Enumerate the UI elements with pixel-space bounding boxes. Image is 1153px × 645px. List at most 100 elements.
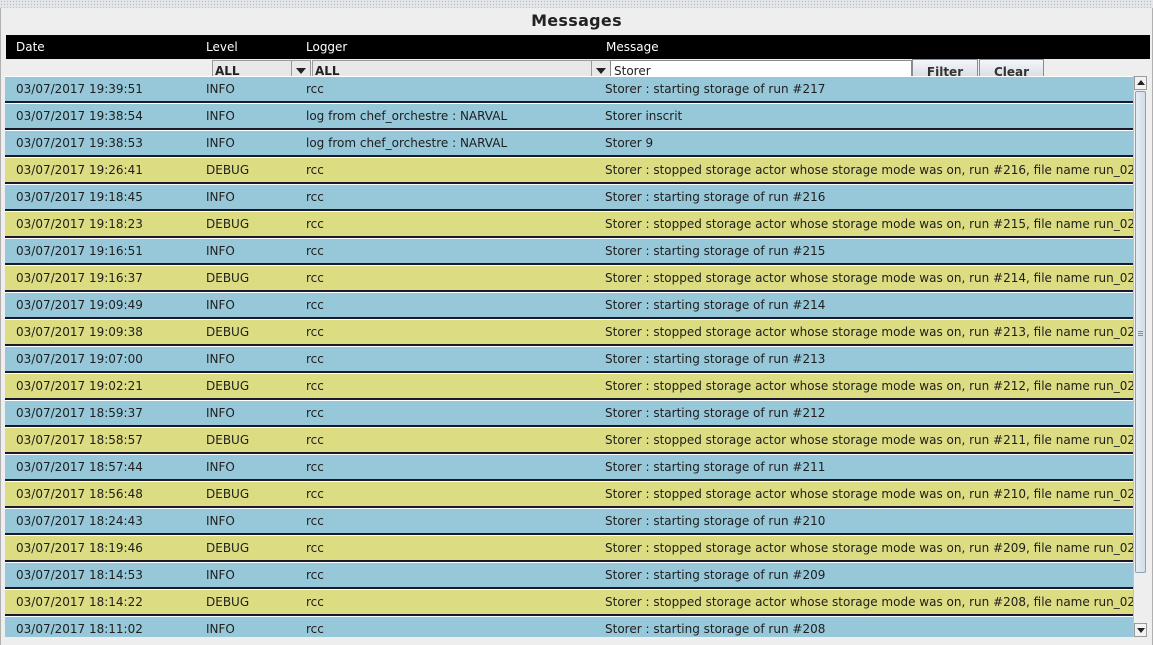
level-cell: DEBUG: [206, 271, 250, 285]
level-cell: INFO: [206, 109, 235, 123]
date-cell: 03/07/2017 19:26:41: [16, 163, 143, 177]
table-row[interactable]: 03/07/2017 18:57:44 INFO rcc Storer : start…: [5, 454, 1133, 481]
level-cell: INFO: [206, 352, 235, 366]
table-row[interactable]: 03/07/2017 19:38:53 INFO log from chef_orc…: [5, 130, 1133, 157]
date-cell: 03/07/2017 18:58:57: [16, 433, 143, 447]
date-cell: 03/07/2017 18:24:43: [16, 514, 143, 528]
message-cell: Storer inscrit: [605, 109, 683, 123]
column-header-level[interactable]: Level: [206, 40, 238, 54]
table-row[interactable]: 03/07/2017 18:19:46 DEBUG rcc Storer : stop…: [5, 535, 1133, 562]
message-cell: Storer : starting storage of run #214: [605, 298, 826, 312]
grip-line: [1138, 335, 1143, 336]
table-row[interactable]: 03/07/2017 18:11:02 INFO rcc Storer : start…: [5, 616, 1133, 637]
table-row[interactable]: 03/07/2017 18:56:48 DEBUG rcc Storer : stop…: [5, 481, 1133, 508]
level-cell: DEBUG: [206, 487, 250, 501]
logger-cell: log from chef_orchestre : NARVAL: [306, 136, 508, 150]
level-cell: DEBUG: [206, 217, 250, 231]
table-row[interactable]: 03/07/2017 19:39:51 INFO rcc Storer : start…: [5, 76, 1133, 103]
scroll-up-button[interactable]: [1134, 76, 1147, 90]
message-cell: Storer : starting storage of run #213: [605, 352, 826, 366]
message-cell: Storer : stopped storage actor whose sto…: [605, 271, 1133, 285]
log-table: 03/07/2017 19:39:51 INFO rcc Storer : start…: [5, 76, 1133, 637]
level-cell: DEBUG: [206, 433, 250, 447]
message-cell: Storer : starting storage of run #212: [605, 406, 826, 420]
date-cell: 03/07/2017 19:16:37: [16, 271, 143, 285]
logger-cell: rcc: [306, 433, 324, 447]
date-cell: 03/07/2017 19:07:00: [16, 352, 143, 366]
date-cell: 03/07/2017 19:18:23: [16, 217, 143, 231]
grip-line: [1138, 331, 1143, 332]
message-cell: Storer : starting storage of run #216: [605, 190, 826, 204]
chevron-down-icon: [296, 68, 306, 74]
table-row[interactable]: 03/07/2017 18:14:53 INFO rcc Storer : start…: [5, 562, 1133, 589]
date-cell: 03/07/2017 19:38:54: [16, 109, 143, 123]
table-row[interactable]: 03/07/2017 18:58:57 DEBUG rcc Storer : stop…: [5, 427, 1133, 454]
message-cell: Storer : stopped storage actor whose sto…: [605, 325, 1133, 339]
date-cell: 03/07/2017 19:09:38: [16, 325, 143, 339]
table-row[interactable]: 03/07/2017 19:18:45 INFO rcc Storer : start…: [5, 184, 1133, 211]
table-row[interactable]: 03/07/2017 19:38:54 INFO log from chef_orc…: [5, 103, 1133, 130]
table-row[interactable]: 03/07/2017 18:24:43 INFO rcc Storer : start…: [5, 508, 1133, 535]
table-row[interactable]: 03/07/2017 18:59:37 INFO rcc Storer : start…: [5, 400, 1133, 427]
logger-cell: rcc: [306, 163, 324, 177]
arrow-up-icon: [1137, 80, 1145, 85]
table-row[interactable]: 03/07/2017 19:07:00 INFO rcc Storer : start…: [5, 346, 1133, 373]
level-cell: INFO: [206, 568, 235, 582]
logger-cell: rcc: [306, 514, 324, 528]
logger-cell: rcc: [306, 595, 324, 609]
logger-cell: rcc: [306, 622, 324, 636]
logger-cell: rcc: [306, 487, 324, 501]
column-header-logger[interactable]: Logger: [306, 40, 347, 54]
table-row[interactable]: 03/07/2017 19:16:51 INFO rcc Storer : start…: [5, 238, 1133, 265]
table-row[interactable]: 03/07/2017 19:09:49 INFO rcc Storer : start…: [5, 292, 1133, 319]
logger-cell: rcc: [306, 460, 324, 474]
table-row[interactable]: 03/07/2017 19:09:38 DEBUG rcc Storer : stop…: [5, 319, 1133, 346]
message-cell: Storer : starting storage of run #211: [605, 460, 826, 474]
table-row[interactable]: 03/07/2017 19:18:23 DEBUG rcc Storer : stop…: [5, 211, 1133, 238]
grip-line: [1138, 333, 1143, 334]
table-header: Date Level Logger Message: [6, 35, 1150, 59]
date-cell: 03/07/2017 19:02:21: [16, 379, 143, 393]
level-cell: INFO: [206, 244, 235, 258]
level-cell: INFO: [206, 298, 235, 312]
logger-cell: rcc: [306, 541, 324, 555]
date-cell: 03/07/2017 18:59:37: [16, 406, 143, 420]
table-row[interactable]: 03/07/2017 18:14:22 DEBUG rcc Storer : stop…: [5, 589, 1133, 616]
message-cell: Storer 9: [605, 136, 654, 150]
table-row[interactable]: 03/07/2017 19:02:21 DEBUG rcc Storer : stop…: [5, 373, 1133, 400]
table-row[interactable]: 03/07/2017 19:16:37 DEBUG rcc Storer : stop…: [5, 265, 1133, 292]
column-header-date[interactable]: Date: [16, 40, 45, 54]
date-cell: 03/07/2017 18:57:44: [16, 460, 143, 474]
date-cell: 03/07/2017 18:14:53: [16, 568, 143, 582]
vertical-scrollbar[interactable]: [1133, 76, 1148, 637]
date-cell: 03/07/2017 19:18:45: [16, 190, 143, 204]
logger-cell: rcc: [306, 406, 324, 420]
level-cell: INFO: [206, 190, 235, 204]
message-cell: Storer : stopped storage actor whose sto…: [605, 595, 1133, 609]
message-cell: Storer : starting storage of run #210: [605, 514, 826, 528]
date-cell: 03/07/2017 18:56:48: [16, 487, 143, 501]
date-cell: 03/07/2017 19:16:51: [16, 244, 143, 258]
chevron-down-icon: [596, 68, 606, 74]
scroll-down-button[interactable]: [1134, 623, 1147, 637]
date-cell: 03/07/2017 19:38:53: [16, 136, 143, 150]
message-cell: Storer : stopped storage actor whose sto…: [605, 433, 1133, 447]
logger-cell: rcc: [306, 298, 324, 312]
message-cell: Storer : starting storage of run #215: [605, 244, 826, 258]
date-cell: 03/07/2017 18:14:22: [16, 595, 143, 609]
date-cell: 03/07/2017 19:09:49: [16, 298, 143, 312]
logger-cell: rcc: [306, 244, 324, 258]
message-cell: Storer : starting storage of run #208: [605, 622, 826, 636]
logger-cell: rcc: [306, 271, 324, 285]
message-cell: Storer : stopped storage actor whose sto…: [605, 487, 1133, 501]
message-cell: Storer : starting storage of run #217: [605, 82, 826, 96]
scrollbar-thumb[interactable]: [1135, 91, 1146, 573]
message-cell: Storer : starting storage of run #209: [605, 568, 826, 582]
level-cell: DEBUG: [206, 379, 250, 393]
level-cell: DEBUG: [206, 163, 250, 177]
message-cell: Storer : stopped storage actor whose sto…: [605, 541, 1133, 555]
column-header-message[interactable]: Message: [606, 40, 659, 54]
table-row[interactable]: 03/07/2017 19:26:41 DEBUG rcc Storer : stop…: [5, 157, 1133, 184]
level-cell: INFO: [206, 460, 235, 474]
logger-cell: rcc: [306, 217, 324, 231]
